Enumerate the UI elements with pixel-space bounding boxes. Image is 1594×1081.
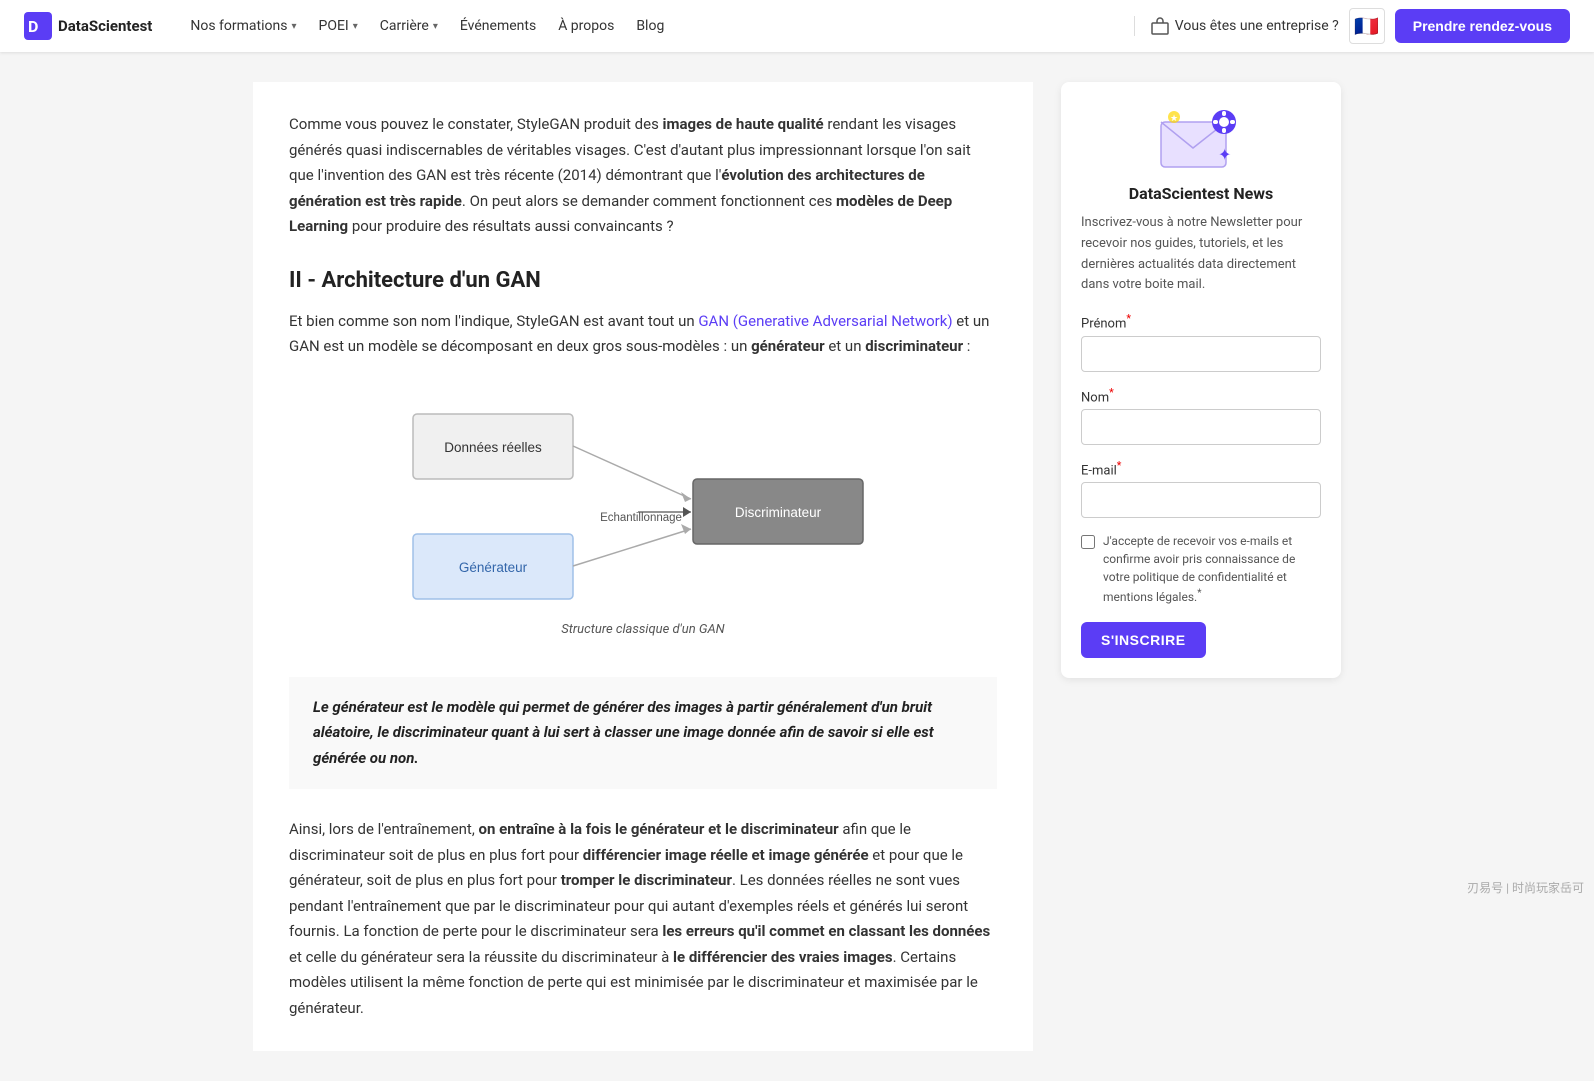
nav-divider	[1134, 16, 1135, 36]
enterprise-icon	[1151, 17, 1169, 35]
logo-text: DataScientest	[58, 17, 152, 35]
chevron-down-icon: ▾	[433, 21, 438, 32]
nav-evenements[interactable]: Événements	[450, 12, 546, 40]
prenom-input[interactable]	[1081, 336, 1321, 372]
chevron-down-icon: ▾	[353, 21, 358, 32]
section-text-3: et un	[825, 337, 866, 355]
consent-checkbox[interactable]	[1081, 535, 1095, 549]
nav-apropos[interactable]: À propos	[548, 12, 624, 40]
gan-link[interactable]: GAN (Generative Adversarial Network)	[698, 312, 952, 330]
nom-input[interactable]	[1081, 409, 1321, 445]
section-text-1: Et bien comme son nom l'indique, StyleGA…	[289, 312, 698, 330]
cta-rendez-vous-button[interactable]: Prendre rendez-vous	[1395, 9, 1570, 43]
intro-text-4: pour produire des résultats aussi convai…	[348, 217, 674, 235]
section-bold-2: discriminateur	[865, 337, 963, 355]
email-label: E-mail*	[1081, 459, 1321, 478]
nav-right: Vous êtes une entreprise ? 🇫🇷 Prendre re…	[1151, 8, 1570, 44]
sidebar-icon-wrap: ✦ ★	[1081, 102, 1321, 172]
nav-poei[interactable]: POEI ▾	[309, 12, 368, 40]
section-text-4: :	[963, 337, 970, 355]
section-bold-1: générateur	[751, 337, 825, 355]
newsletter-icon: ✦ ★	[1156, 102, 1246, 172]
diagram-container: Données réelles Générateur Discriminateu…	[289, 384, 997, 657]
svg-text:✦: ✦	[1218, 145, 1231, 164]
navbar: D DataScientest Nos formations ▾ POEI ▾ …	[0, 0, 1594, 52]
enterprise-link[interactable]: Vous êtes une entreprise ?	[1151, 17, 1339, 35]
bottom-paragraph: Ainsi, lors de l'entraînement, on entraî…	[289, 817, 997, 1021]
nav-blog[interactable]: Blog	[626, 12, 674, 40]
prenom-label: Prénom*	[1081, 312, 1321, 331]
nav-links: Nos formations ▾ POEI ▾ Carrière ▾ Événe…	[180, 12, 1117, 40]
svg-text:Echantillonnage: Echantillonnage	[600, 512, 682, 524]
gan-diagram-svg: Données réelles Générateur Discriminateu…	[383, 384, 903, 614]
watermark: 刃易号 | 时尚玩家岳可	[1467, 879, 1584, 896]
email-group: E-mail*	[1081, 459, 1321, 518]
section-link: GAN (Generative Adversarial Network)	[698, 312, 952, 330]
section-heading: II - Architecture d'un GAN	[289, 268, 997, 293]
logo[interactable]: D DataScientest	[24, 12, 152, 40]
page-wrapper: Comme vous pouvez le constater, StyleGAN…	[0, 52, 1594, 1081]
svg-text:Générateur: Générateur	[459, 560, 528, 575]
bottom-text-5: et celle du générateur sera la réussite …	[289, 948, 673, 966]
intro-bold-1: images de haute qualité	[663, 115, 824, 133]
checkbox-row: J'accepte de recevoir vos e-mails et con…	[1081, 532, 1321, 606]
diagram-svg: Données réelles Générateur Discriminateu…	[383, 384, 903, 614]
language-flag-button[interactable]: 🇫🇷	[1349, 8, 1385, 44]
checkbox-label: J'accepte de recevoir vos e-mails et con…	[1103, 532, 1321, 606]
sidebar-desc: Inscrivez-vous à notre Newsletter pour r…	[1081, 213, 1321, 296]
diagram-caption: Structure classique d'un GAN	[561, 622, 724, 637]
newsletter-card: ✦ ★ DataScientest News Inscrivez-vous à …	[1061, 82, 1341, 678]
prenom-group: Prénom*	[1081, 312, 1321, 371]
nav-formations[interactable]: Nos formations ▾	[180, 12, 306, 40]
subscribe-button[interactable]: S'INSCRIRE	[1081, 622, 1206, 658]
nom-label: Nom*	[1081, 386, 1321, 405]
bottom-bold-1: on entraîne à la fois le générateur et l…	[479, 820, 839, 838]
bottom-bold-2: différencier image réelle et image génér…	[583, 846, 869, 864]
sidebar-title: DataScientest News	[1081, 184, 1321, 203]
svg-text:Discriminateur: Discriminateur	[735, 505, 822, 520]
chevron-down-icon: ▾	[291, 21, 296, 32]
gan-blockquote: Le générateur est le modèle qui permet d…	[289, 677, 997, 790]
bottom-bold-4: les erreurs qu'il commet en classant les…	[662, 922, 990, 940]
section-paragraph: Et bien comme son nom l'indique, StyleGA…	[289, 309, 997, 360]
bottom-text-1: Ainsi, lors de l'entraînement,	[289, 820, 479, 838]
intro-text-1: Comme vous pouvez le constater, StyleGAN…	[289, 115, 663, 133]
bottom-bold-5: le différencier des vraies images	[673, 948, 893, 966]
email-input[interactable]	[1081, 482, 1321, 518]
nom-group: Nom*	[1081, 386, 1321, 445]
intro-text-3: . On peut alors se demander comment fonc…	[462, 192, 836, 210]
svg-text:Données réelles: Données réelles	[444, 440, 542, 455]
intro-paragraph: Comme vous pouvez le constater, StyleGAN…	[289, 112, 997, 240]
svg-text:D: D	[28, 17, 38, 36]
bottom-bold-3: tromper le discriminateur	[561, 871, 732, 889]
nav-carriere[interactable]: Carrière ▾	[370, 12, 448, 40]
logo-icon: D	[24, 12, 52, 40]
svg-text:★: ★	[1170, 114, 1178, 124]
